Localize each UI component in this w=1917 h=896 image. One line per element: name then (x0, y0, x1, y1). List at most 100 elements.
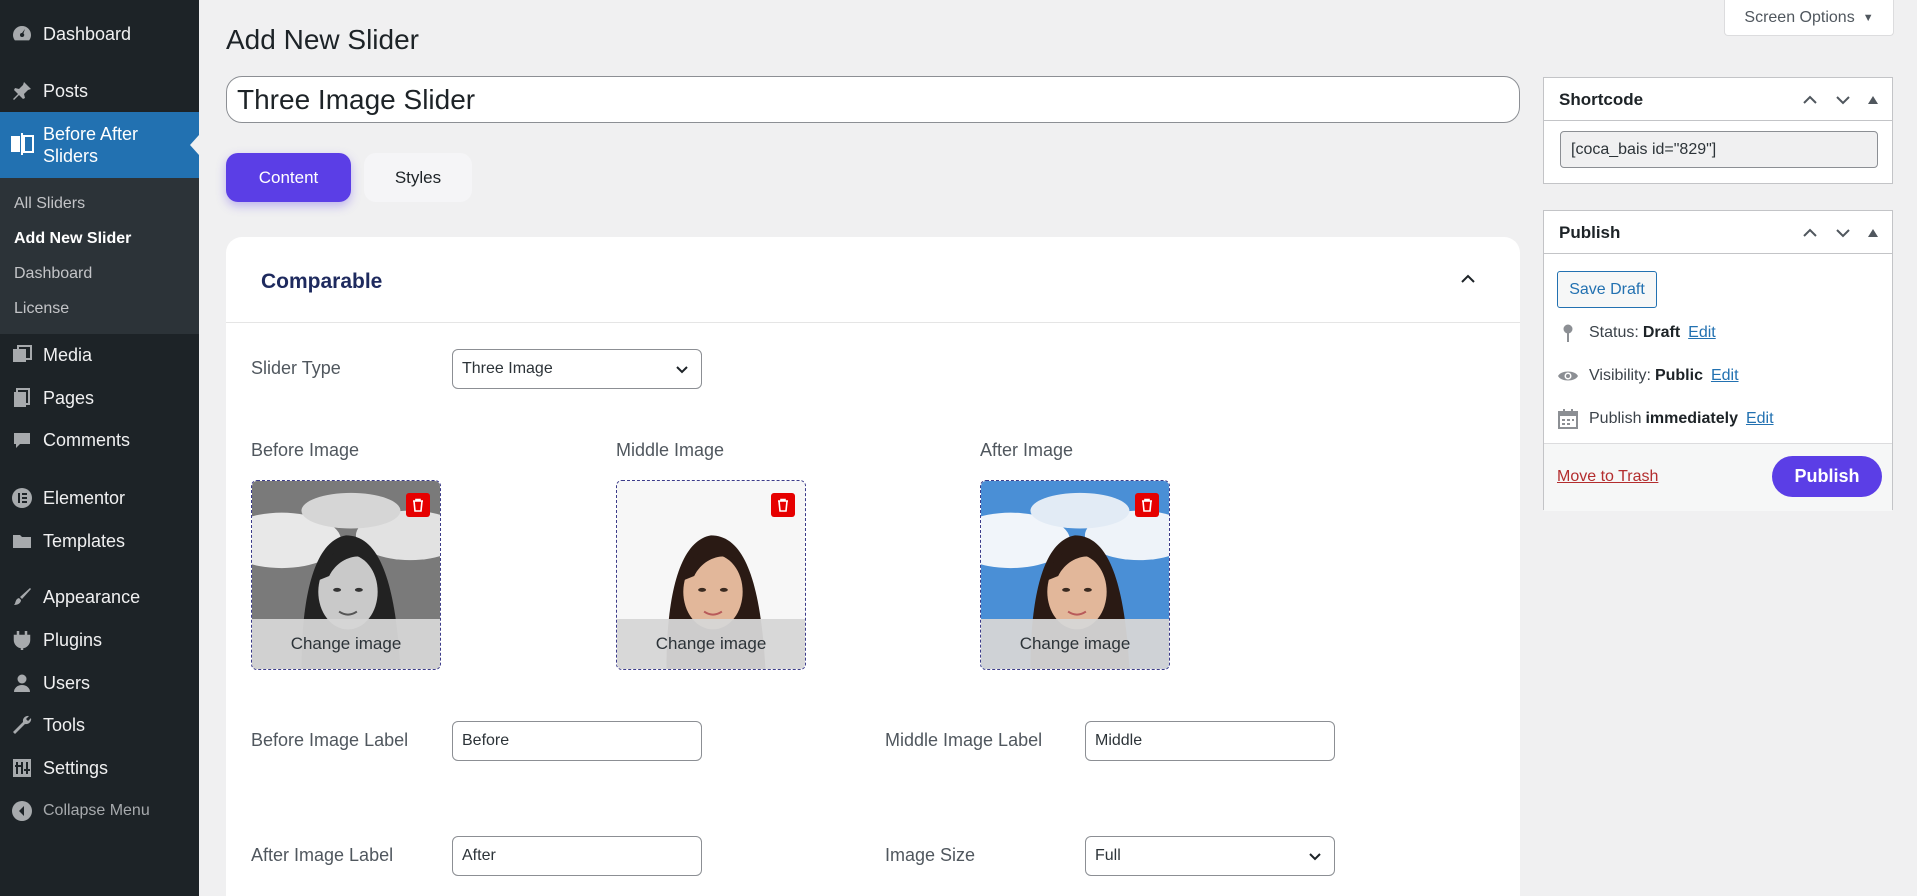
middle-image-label: Middle Image (616, 440, 725, 460)
chevron-up-icon[interactable] (1798, 88, 1822, 112)
user-icon (10, 671, 34, 695)
sidebar-item-comments[interactable]: Comments (0, 422, 199, 458)
trash-icon (778, 498, 788, 512)
calendar-icon (1557, 408, 1579, 430)
middle-label-input[interactable] (1085, 721, 1335, 761)
slider-type-label: Slider Type (251, 358, 341, 378)
chevron-down-icon[interactable] (1831, 88, 1855, 112)
status-row: Status: Draft Edit (1557, 322, 1716, 344)
sidebar-item-label: Posts (43, 80, 89, 101)
edit-status-link[interactable]: Edit (1688, 324, 1716, 342)
sidebar-item-label: Plugins (43, 629, 103, 650)
sidebar-item-tools[interactable]: Tools (0, 707, 199, 743)
after-label-label: After Image Label (251, 845, 394, 865)
shortcode-box-header: Shortcode (1544, 78, 1892, 121)
trash-icon (413, 498, 423, 512)
change-after-image-button[interactable]: Change image (981, 619, 1169, 669)
caret-down-icon: ▼ (1862, 11, 1874, 24)
sidebar-item-templates[interactable]: Templates (0, 523, 199, 559)
submenu-all-sliders[interactable]: All Sliders (14, 195, 85, 213)
comparable-panel: Comparable Slider Type Three Image Befor… (226, 237, 1520, 896)
sidebar-item-label: Settings (43, 757, 109, 778)
after-image-box: Change image (980, 480, 1170, 670)
publish-date-value: immediately (1645, 410, 1738, 427)
delete-middle-image-button[interactable] (771, 493, 795, 517)
visibility-row: Visibility: Public Edit (1557, 365, 1739, 387)
before-image-box: Change image (251, 480, 441, 670)
publish-date-label: Publish (1589, 410, 1642, 427)
publish-button[interactable]: Publish (1772, 456, 1882, 497)
slider-type-select[interactable]: Three Image (452, 349, 702, 389)
sidebar-item-media[interactable]: Media (0, 337, 199, 373)
chevron-down-icon[interactable] (1831, 221, 1855, 245)
screen-options-label: Screen Options (1744, 8, 1855, 26)
image-size-label: Image Size (885, 845, 976, 865)
folder-icon (10, 529, 34, 553)
screen-options-button[interactable]: Screen Options ▼ (1724, 0, 1894, 36)
shortcode-box: Shortcode (1543, 77, 1893, 184)
toggle-panel-icon[interactable] (1861, 88, 1885, 112)
toggle-panel-icon[interactable] (1861, 221, 1885, 245)
sidebar-item-pages[interactable]: Pages (0, 380, 199, 416)
publish-box-title: Publish (1559, 223, 1621, 242)
submenu-license[interactable]: License (14, 300, 69, 318)
admin-sidebar: Dashboard Posts Before After Sliders All… (0, 0, 199, 896)
edit-visibility-link[interactable]: Edit (1711, 367, 1739, 385)
sidebar-item-before-after-sliders[interactable]: Before After Sliders (0, 112, 199, 178)
sidebar-item-settings[interactable]: Settings (0, 750, 199, 786)
before-after-icon (10, 132, 34, 156)
submenu-add-new-slider[interactable]: Add New Slider (14, 230, 131, 248)
sidebar-item-posts[interactable]: Posts (0, 73, 199, 109)
dashboard-icon (10, 22, 34, 46)
slider-title-input[interactable] (226, 76, 1520, 123)
middle-image-box: Change image (616, 480, 806, 670)
publish-box-header: Publish (1544, 211, 1892, 254)
image-size-select[interactable]: Full (1085, 836, 1335, 876)
change-before-image-button[interactable]: Change image (252, 619, 440, 669)
collapse-menu[interactable]: Collapse Menu (0, 793, 199, 829)
before-image-label: Before Image (251, 440, 360, 460)
delete-after-image-button[interactable] (1135, 493, 1159, 517)
submenu-dashboard[interactable]: Dashboard (14, 265, 92, 283)
status-label: Status: (1589, 324, 1639, 341)
sidebar-item-label: Sliders (43, 146, 99, 166)
sidebar-item-users[interactable]: Users (0, 665, 199, 701)
save-draft-button[interactable]: Save Draft (1557, 271, 1657, 308)
move-to-trash-link[interactable]: Move to Trash (1557, 468, 1658, 486)
before-label-label: Before Image Label (251, 730, 409, 750)
sidebar-item-label: Elementor (43, 487, 126, 508)
sidebar-item-label: Pages (43, 387, 95, 408)
settings-icon (10, 756, 34, 780)
tab-styles[interactable]: Styles (364, 153, 472, 202)
sidebar-item-dashboard[interactable]: Dashboard (0, 16, 199, 52)
sidebar-item-label: Appearance (43, 586, 141, 607)
after-label-input[interactable] (452, 836, 702, 876)
plugin-icon (10, 628, 34, 652)
submenu: All Sliders Add New Slider Dashboard Lic… (0, 178, 199, 334)
pin-icon (10, 79, 34, 103)
collapse-menu-label: Collapse Menu (43, 802, 150, 819)
before-label-input[interactable] (452, 721, 702, 761)
sidebar-item-label: Comments (43, 429, 131, 450)
sidebar-item-label: Dashboard (43, 23, 132, 44)
shortcode-field[interactable] (1560, 131, 1878, 168)
sidebar-item-elementor[interactable]: Elementor (0, 480, 199, 516)
panel-header[interactable]: Comparable (226, 237, 1520, 323)
change-middle-image-button[interactable]: Change image (617, 619, 805, 669)
brush-icon (10, 585, 34, 609)
eye-icon (1557, 365, 1579, 387)
sidebar-item-label: Before After (43, 124, 139, 144)
chevron-up-icon[interactable] (1798, 221, 1822, 245)
shortcode-box-title: Shortcode (1559, 90, 1644, 109)
tab-content[interactable]: Content (226, 153, 351, 202)
sidebar-item-label: Templates (43, 530, 126, 551)
sidebar-item-label: Tools (43, 714, 86, 735)
delete-before-image-button[interactable] (406, 493, 430, 517)
image-size-value: Full (1095, 847, 1121, 864)
sidebar-item-plugins[interactable]: Plugins (0, 622, 199, 658)
sidebar-item-appearance[interactable]: Appearance (0, 579, 199, 615)
pages-icon (10, 386, 34, 410)
edit-publish-date-link[interactable]: Edit (1746, 410, 1774, 428)
wrench-icon (10, 713, 34, 737)
chevron-up-icon[interactable] (1456, 267, 1480, 291)
